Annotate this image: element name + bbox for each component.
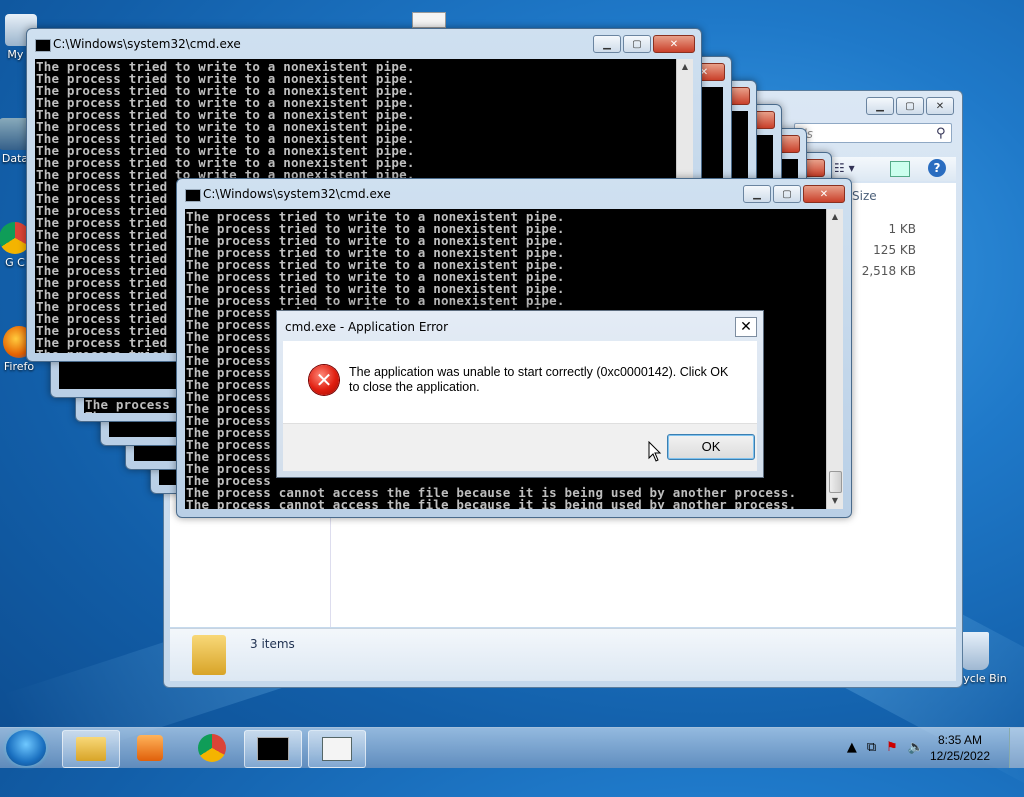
maximize-button[interactable]: ▢	[623, 35, 651, 53]
window-title: C:\Windows\system32\cmd.exe	[53, 37, 241, 51]
scrollbar-thumb[interactable]	[829, 471, 842, 493]
minimize-button[interactable]: ▁	[866, 97, 894, 115]
close-button[interactable]: ✕	[926, 97, 954, 115]
chrome-icon	[198, 734, 226, 762]
show-hidden-icons-icon[interactable]: ▲	[847, 740, 857, 755]
dialog-body: ✕ The application was unable to start co…	[283, 341, 757, 423]
item-count: 3 items	[250, 637, 295, 651]
caption-buttons: ▁ ▢ ✕	[741, 185, 845, 203]
file-size: 125 KB	[873, 243, 916, 257]
error-icon: ✕	[309, 365, 339, 395]
volume-icon[interactable]: 🔈	[908, 740, 924, 755]
help-icon[interactable]: ?	[928, 159, 946, 177]
network-icon[interactable]: ⧉	[867, 740, 876, 755]
vertical-scrollbar[interactable]: ▲ ▼	[826, 209, 843, 509]
recycle-bin-icon	[961, 632, 989, 670]
show-desktop-button[interactable]	[1009, 728, 1024, 768]
details-pane: 3 items	[170, 628, 956, 681]
explorer-caption-buttons: ▁ ▢ ✕	[864, 97, 954, 115]
system-tray: ▲ ⧉ ⚑ 🔈	[847, 740, 924, 755]
size-column: 1 KB 125 KB 2,518 KB	[862, 219, 916, 282]
taskbar-cmd[interactable]	[244, 730, 302, 768]
ok-button[interactable]: OK	[667, 434, 755, 460]
maximize-button[interactable]: ▢	[773, 185, 801, 203]
cmd-icon	[257, 737, 289, 761]
clock-date: 12/25/2022	[929, 749, 990, 763]
dialog-title: cmd.exe - Application Error	[285, 320, 449, 334]
error-message: The application was unable to start corr…	[349, 365, 729, 394]
dialog-close-button[interactable]: ✕	[735, 317, 757, 337]
column-header-size[interactable]: Size	[852, 189, 877, 203]
file-size: 2,518 KB	[861, 264, 916, 278]
application-error-dialog: cmd.exe - Application Error ✕ ✕ The appl…	[276, 310, 764, 478]
media-player-icon	[137, 735, 163, 761]
search-icon: ⚲	[936, 126, 946, 141]
preview-pane-icon[interactable]	[890, 161, 910, 177]
minimize-button[interactable]: ▁	[593, 35, 621, 53]
window-icon	[322, 737, 352, 761]
maximize-button[interactable]: ▢	[896, 97, 924, 115]
start-button[interactable]	[6, 730, 46, 766]
caption-buttons: ▁ ▢ ✕	[591, 35, 695, 53]
scroll-up-icon[interactable]: ▲	[827, 209, 843, 225]
window-title: C:\Windows\system32\cmd.exe	[203, 187, 391, 201]
file-size: 1 KB	[888, 222, 916, 236]
taskbar-chrome[interactable]	[184, 730, 240, 766]
search-input[interactable]: ds	[794, 123, 952, 143]
clock[interactable]: 8:35 AM 12/25/2022	[930, 732, 990, 764]
cmd-icon	[35, 39, 51, 52]
folder-icon	[76, 737, 106, 761]
taskbar-media-player[interactable]	[122, 730, 178, 766]
taskbar-window[interactable]	[308, 730, 366, 768]
close-button[interactable]: ✕	[653, 35, 695, 53]
clock-time: 8:35 AM	[937, 733, 982, 747]
close-button[interactable]: ✕	[803, 185, 845, 203]
minimize-button[interactable]: ▁	[743, 185, 771, 203]
taskbar-explorer[interactable]	[62, 730, 120, 768]
dialog-footer: OK	[283, 423, 757, 471]
view-options-icon[interactable]: ☷ ▾	[834, 161, 874, 177]
action-center-icon[interactable]: ⚑	[886, 740, 898, 755]
folder-icon	[192, 635, 226, 675]
taskbar: ▲ ⧉ ⚑ 🔈 8:35 AM 12/25/2022	[0, 727, 1024, 768]
desktop-file-icon[interactable]	[412, 12, 446, 28]
cmd-icon	[185, 189, 201, 202]
scroll-up-icon[interactable]: ▲	[677, 59, 693, 75]
mouse-cursor-icon	[648, 441, 662, 462]
scroll-down-icon[interactable]: ▼	[827, 493, 843, 509]
